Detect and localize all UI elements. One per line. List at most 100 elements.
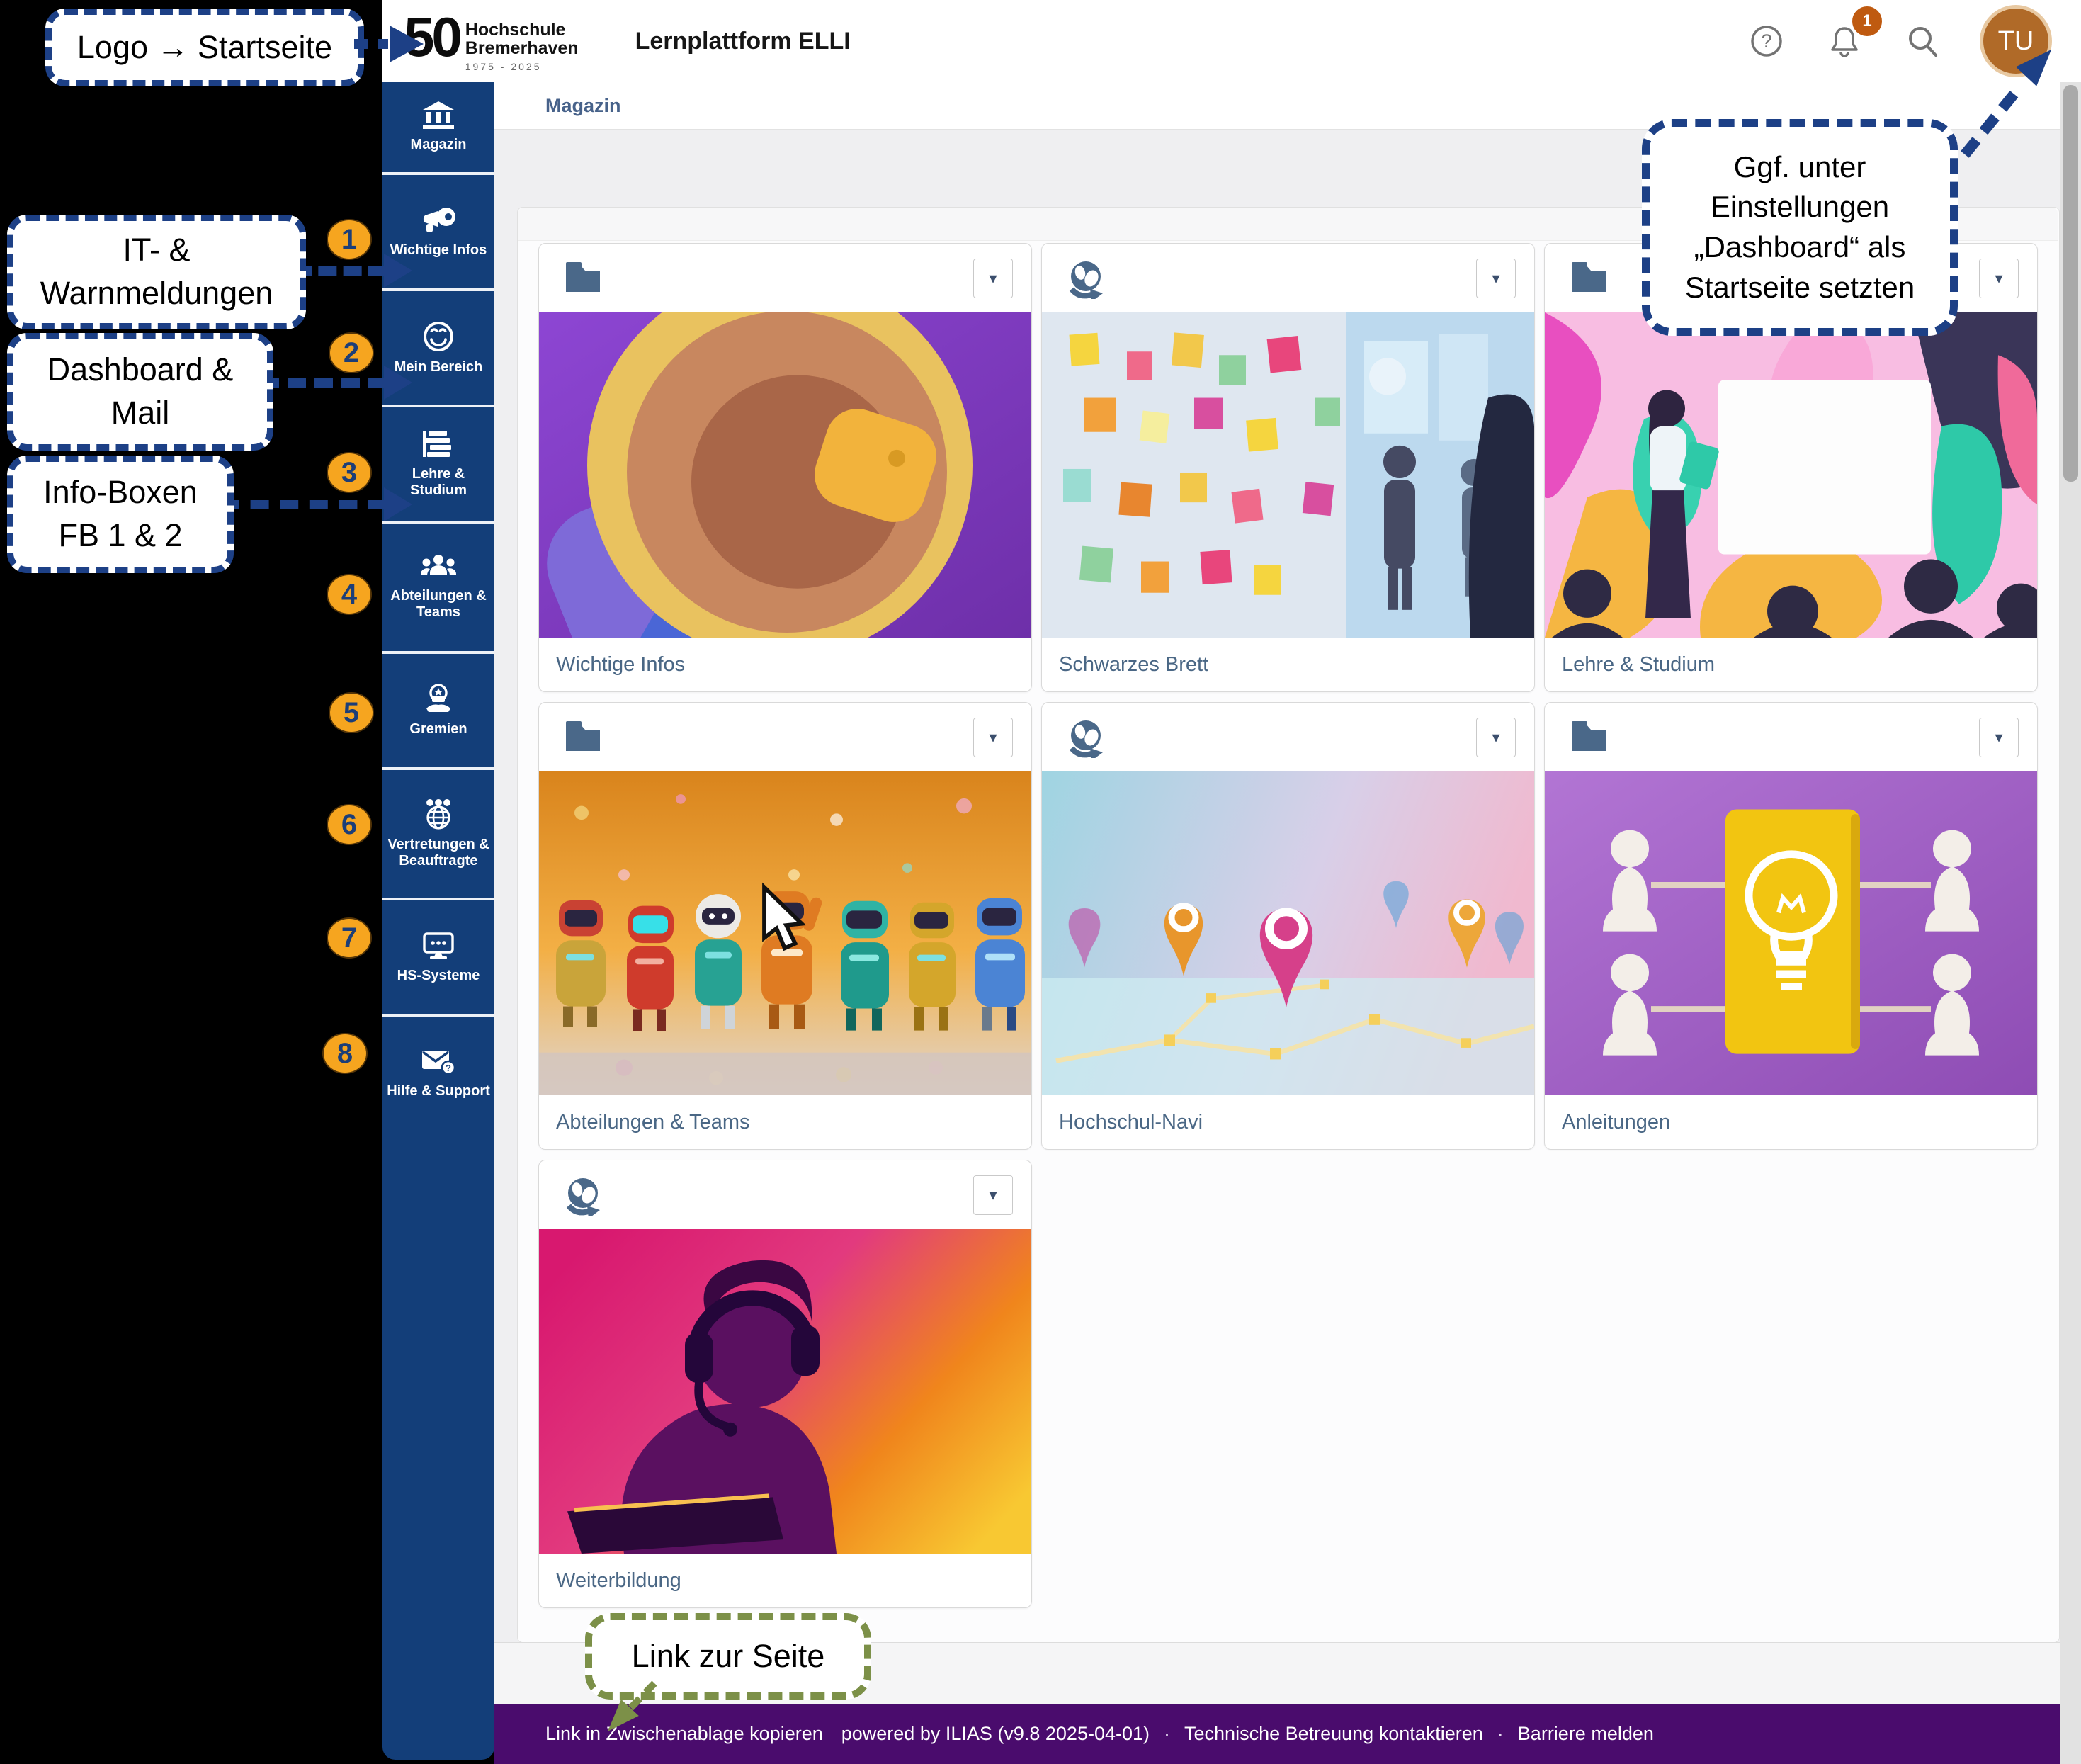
annotation-it-warnmeldungen-callout: IT- & Warnmeldungen [7,215,306,329]
annotation-arrow-to-avatar [1939,41,2074,169]
annotation-text: Dashboard & [47,349,234,392]
step-number-6: 6 [328,805,370,844]
card-image-headphones-learner [539,1229,1031,1554]
help-icon: ? [1750,24,1784,58]
card-image-robots [539,771,1031,1095]
main-sidebar: Magazin Wichtige Infos Mein Bereich Lehr… [382,82,494,1760]
caret-down-icon: ▾ [989,1186,997,1204]
smiley-icon [423,321,454,352]
hochschule-bremerhaven-logo[interactable]: 50 Hochschule Bremerhaven 1975 - 2025 [404,11,579,72]
card-actions-dropdown[interactable]: ▾ [973,718,1013,757]
card-title[interactable]: Anleitungen [1545,1095,2037,1149]
card-actions-dropdown[interactable]: ▾ [973,259,1013,298]
card-title[interactable]: Lehre & Studium [1545,638,2037,691]
weblink-icon [1066,259,1106,299]
weblink-icon [563,1176,603,1216]
sidebar-item-vertretungen-beauftragte[interactable]: Vertretungen & Beauftragte [382,767,494,898]
annotation-text: IT- & [123,229,190,272]
annotation-text: Einstellungen [1711,187,1889,227]
card-actions-dropdown[interactable]: ▾ [1476,259,1516,298]
step-number-3: 3 [328,453,370,492]
step-number-8: 8 [324,1034,366,1073]
card-anleitungen[interactable]: ▾ Anleitungen [1544,702,2038,1150]
step-number-2: 2 [330,334,373,372]
page-title: Lernplattform ELLI [635,28,851,55]
logo-name: Hochschule Bremerhaven 1975 - 2025 [465,21,579,72]
footer-bar: Link in Zwischenablage kopieren powered … [494,1704,2081,1764]
annotation-infoboxen-callout: Info-Boxen FB 1 & 2 [7,456,234,573]
monitor-icon [421,931,455,961]
annotation-text: Warnmeldungen [40,272,273,315]
card-actions-dropdown[interactable]: ▾ [1476,718,1516,757]
card-actions-dropdown[interactable]: ▾ [973,1175,1013,1215]
sidebar-item-abteilungen-teams[interactable]: Abteilungen & Teams [382,521,494,651]
sidebar-item-hs-systeme[interactable]: HS-Systeme [382,898,494,1014]
sidebar-item-label: Magazin [385,137,492,153]
card-image-megaphone [539,312,1031,638]
committee-icon [422,684,455,714]
annotation-arrowhead [384,366,412,400]
report-barrier-link[interactable]: Barriere melden [1518,1723,1654,1745]
help-button[interactable]: ? [1750,24,1784,58]
card-actions-dropdown[interactable]: ▾ [1979,718,2019,757]
weblink-icon [1066,718,1106,758]
sidebar-item-label: Vertretungen & Beauftragte [385,837,492,869]
footer-separator: · [1497,1723,1504,1745]
annotation-text: „Dashboard“ als [1694,227,1906,268]
caret-down-icon: ▾ [1492,269,1499,288]
globe-people-icon [421,798,455,830]
card-wichtige-infos[interactable]: ▾ Wichtige Infos [538,243,1032,692]
card-title[interactable]: Schwarzes Brett [1042,638,1534,691]
step-number-4: 4 [328,575,370,614]
card-image-idea-network [1545,771,2037,1095]
step-number-1: 1 [328,220,370,259]
megaphone-icon [421,205,456,235]
annotation-arrowhead [384,254,412,288]
card-title[interactable]: Hochschul-Navi [1042,1095,1534,1149]
annotation-text: Startseite setzten [1685,268,1915,308]
card-image-presentation [1545,312,2037,638]
annotation-settings-callout: Ggf. unter Einstellungen „Dashboard“ als… [1642,119,1958,336]
notification-count-badge: 1 [1850,4,1884,38]
caret-down-icon: ▾ [1492,728,1499,747]
folder-icon [1569,259,1609,295]
sidebar-item-label: HS-Systeme [385,968,492,984]
header-bar: 50 Hochschule Bremerhaven 1975 - 2025 Le… [382,0,2081,83]
sidebar-item-gremien[interactable]: Gremien [382,651,494,767]
svg-text:?: ? [446,1063,451,1073]
card-abteilungen-teams[interactable]: ▾ Abtei [538,702,1032,1150]
annotation-connector-line [261,378,387,388]
annotation-connector-line [293,266,387,276]
logo-name-line2: Bremerhaven [465,39,579,57]
annotation-connector-line [221,500,387,509]
card-title[interactable]: Wichtige Infos [539,638,1031,691]
books-graduation-icon [421,429,455,459]
card-image-map-pins [1042,771,1534,1095]
svg-text:?: ? [1761,30,1771,52]
sidebar-item-magazin[interactable]: Magazin [382,82,494,172]
people-group-icon [421,554,456,581]
annotation-dashboard-mail-callout: Dashboard & Mail [7,333,273,451]
step-number-7: 7 [328,919,370,957]
sidebar-item-label: Abteilungen & Teams [385,588,492,621]
breadcrumb[interactable]: Magazin [545,95,621,117]
logo-anniversary-years: 1975 - 2025 [465,61,579,72]
sidebar-item-label: Gremien [385,721,492,737]
folder-icon [563,259,603,295]
logo-name-line1: Hochschule [465,21,579,39]
search-icon [1905,24,1939,58]
card-schwarzes-brett[interactable]: ▾ [1041,243,1535,692]
search-button[interactable] [1905,24,1939,58]
folder-icon [563,718,603,754]
sidebar-item-label: Hilfe & Support [385,1083,492,1099]
card-actions-dropdown[interactable]: ▾ [1979,259,2019,298]
vertical-scrollbar[interactable] [2060,82,2081,1764]
card-hochschul-navi[interactable]: ▾ Hochschul-Navi [1041,702,1535,1150]
support-contact-link[interactable]: Technische Betreuung kontaktieren [1184,1723,1483,1745]
annotation-text: Link zur Seite [632,1635,825,1678]
sidebar-item-hilfe-support[interactable]: ? Hilfe & Support [382,1014,494,1130]
card-weiterbildung[interactable]: ▾ Weiterbildung [538,1160,1032,1608]
card-title[interactable]: Weiterbildung [539,1554,1031,1607]
card-title[interactable]: Abteilungen & Teams [539,1095,1031,1149]
caret-down-icon: ▾ [989,728,997,747]
